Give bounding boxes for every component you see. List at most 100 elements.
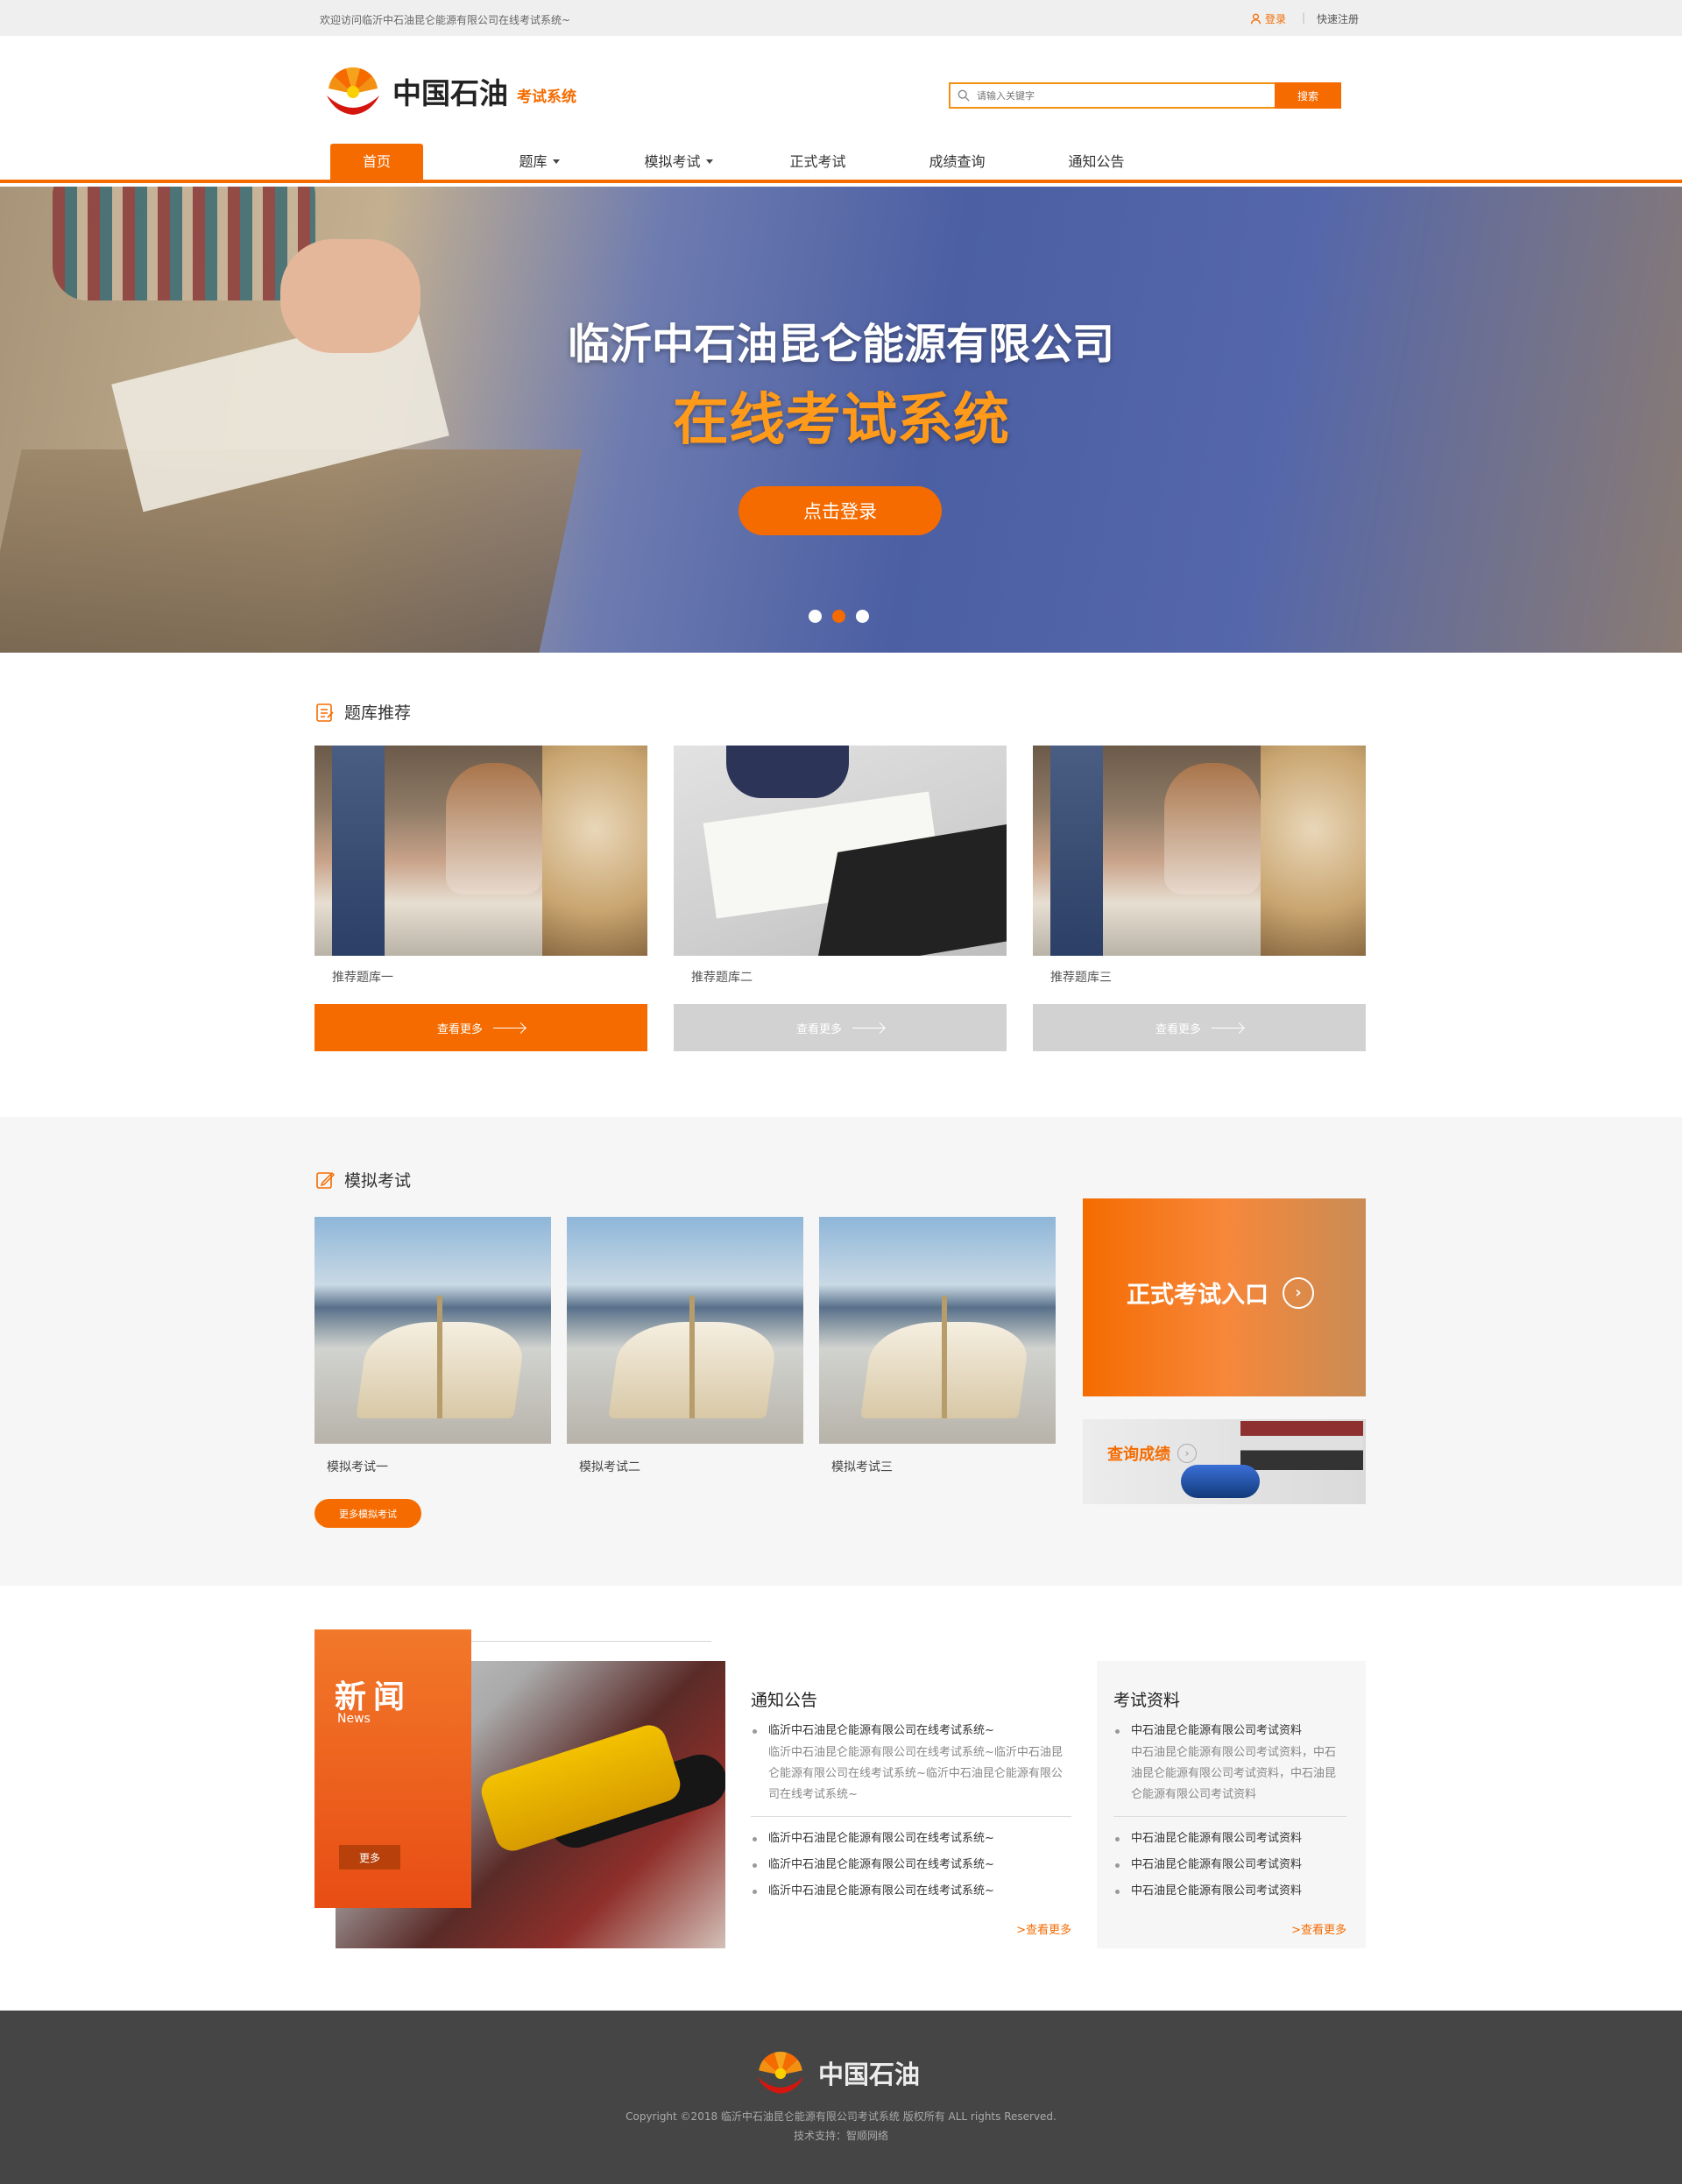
mock-exam-image <box>314 1217 551 1444</box>
news-more-button[interactable]: 更多 <box>339 1845 400 1869</box>
banner-sleeve-graphic <box>53 187 315 300</box>
caret-down-icon <box>705 159 713 164</box>
bank-more-button[interactable]: 查看更多 <box>1033 1004 1366 1051</box>
bank-caption: 推荐题库一 <box>332 971 393 985</box>
notice-item[interactable]: 临沂中石油昆仑能源有限公司在线考试系统~ <box>751 1882 1071 1901</box>
carousel-dot[interactable] <box>809 610 822 623</box>
mock-exam-image <box>567 1217 803 1444</box>
notice-item[interactable]: 临沂中石油昆仑能源有限公司在线考试系统~ <box>751 1855 1071 1875</box>
notice-more-link[interactable]: >查看更多 <box>751 1920 1071 1937</box>
top-bar: 欢迎访问临沂中石油昆仑能源有限公司在线考试系统~ 登录 | 快速注册 <box>0 0 1682 36</box>
search-icon <box>958 89 970 102</box>
formal-exam-entry-label: 正式考试入口 <box>1127 1282 1269 1309</box>
bank-image <box>674 746 1007 956</box>
login-link[interactable]: 登录 <box>1250 11 1286 26</box>
bank-more-label: 查看更多 <box>436 1022 483 1036</box>
nav-item-mock-exam[interactable]: 模拟考试 <box>609 144 748 180</box>
tech-support-text: 技术支持：智顺网络 <box>793 2130 888 2142</box>
petrochina-logo-icon <box>327 67 379 115</box>
search-button[interactable]: 搜索 <box>1275 82 1341 109</box>
brand-name: 中国石油 <box>392 76 508 110</box>
nav-item-home[interactable]: 首页 <box>330 144 423 180</box>
material-item[interactable]: 中石油昆仑能源有限公司考试资料 <box>1113 1829 1346 1848</box>
carousel-dots <box>809 610 869 623</box>
mock-exam-image <box>819 1217 1056 1444</box>
bank-image <box>1033 746 1366 956</box>
carousel-dot-active[interactable] <box>832 610 845 623</box>
notice-item[interactable]: 临沂中石油昆仑能源有限公司在线考试系统~ <box>751 1829 1071 1848</box>
notepad-icon <box>316 703 334 722</box>
bank-more-button[interactable]: 查看更多 <box>674 1004 1007 1051</box>
copyright-text: Copyright ©2018 临沂中石油昆仑能源有限公司考试系统 版权所有 A… <box>625 2110 1057 2123</box>
more-mock-exams-button[interactable]: 更多模拟考试 <box>314 1499 421 1528</box>
books-graphic <box>1240 1421 1363 1470</box>
news-title: 新闻 <box>335 1679 413 1715</box>
search-bar: 搜索 <box>949 82 1341 109</box>
caret-down-icon <box>552 159 560 164</box>
nav-item-score-query[interactable]: 成绩查询 <box>887 144 1027 180</box>
mock-exam-card[interactable]: 模拟考试二 <box>567 1217 803 1475</box>
news-subtitle: News <box>337 1712 371 1726</box>
divider <box>1113 1816 1346 1817</box>
mouse-graphic <box>1181 1465 1260 1498</box>
chevron-right-circle-icon: › <box>1177 1444 1197 1463</box>
nav-item-question-bank[interactable]: 题库 <box>470 144 609 180</box>
banner-desk-graphic <box>0 449 583 653</box>
bank-card[interactable]: 推荐题库三 查看更多 <box>1033 746 1366 1051</box>
register-link[interactable]: 快速注册 <box>1317 11 1359 26</box>
news-panel: 新闻 News 更多 <box>314 1629 471 1908</box>
bank-card[interactable]: 推荐题库二 查看更多 <box>674 746 1007 1051</box>
search-input[interactable] <box>977 89 1240 102</box>
material-description: 中石油昆仑能源有限公司考试资料，中石油昆仑能源有限公司考试资料，中石油昆仑能源有… <box>1131 1746 1337 1801</box>
hero-banner: 临沂中石油昆仑能源有限公司 在线考试系统 点击登录 <box>0 187 1682 653</box>
bank-card[interactable]: 推荐题库一 查看更多 <box>314 746 647 1051</box>
footer-logo: 中国石油 <box>753 2046 920 2100</box>
divider <box>751 1816 1071 1817</box>
hero-system-title: 在线考试系统 <box>673 388 1009 453</box>
mock-exam-caption: 模拟考试二 <box>579 1460 640 1474</box>
score-query-entry[interactable]: 查询成绩 › <box>1083 1419 1366 1504</box>
bank-more-button[interactable]: 查看更多 <box>314 1004 647 1051</box>
user-icon <box>1250 13 1262 25</box>
header: 中国石油 考试系统 搜索 首页 题库 模拟考试 正式考试 成绩查询 通知公告 <box>0 36 1682 183</box>
search-box <box>949 82 1275 109</box>
mock-exam-caption: 模拟考试三 <box>831 1460 893 1474</box>
carousel-dot[interactable] <box>856 610 869 623</box>
nav-item-notice[interactable]: 通知公告 <box>1027 144 1166 180</box>
material-column: 考试资料 中石油昆仑能源有限公司考试资料 中石油昆仑能源有限公司考试资料，中石油… <box>1097 1661 1366 1948</box>
welcome-text: 欢迎访问临沂中石油昆仑能源有限公司在线考试系统~ <box>320 14 571 26</box>
material-more-link[interactable]: >查看更多 <box>1113 1920 1346 1937</box>
notice-item-featured[interactable]: 临沂中石油昆仑能源有限公司在线考试系统~ <box>751 1721 1071 1741</box>
footer: 中国石油 Copyright ©2018 临沂中石油昆仑能源有限公司考试系统 版… <box>0 2011 1682 2184</box>
section-title-label: 模拟考试 <box>344 1171 412 1191</box>
mock-exam-caption: 模拟考试一 <box>327 1460 388 1474</box>
nav-label: 模拟考试 <box>644 153 701 170</box>
nav-label: 成绩查询 <box>929 153 986 170</box>
hero-login-button[interactable]: 点击登录 <box>739 486 942 535</box>
notice-title: 通知公告 <box>751 1691 818 1710</box>
bank-image <box>314 746 647 956</box>
nav-label: 题库 <box>519 153 548 170</box>
brand-subtitle: 考试系统 <box>517 88 576 106</box>
mock-exam-card[interactable]: 模拟考试三 <box>819 1217 1056 1475</box>
material-title: 考试资料 <box>1113 1691 1181 1710</box>
score-query-label: 查询成绩 <box>1107 1445 1170 1464</box>
footer-brand-name: 中国石油 <box>818 2060 921 2089</box>
bank-caption: 推荐题库三 <box>1050 971 1112 985</box>
site-logo[interactable]: 中国石油 考试系统 <box>322 60 576 122</box>
formal-exam-entry[interactable]: 正式考试入口 › <box>1083 1198 1366 1396</box>
section-title-label: 题库推荐 <box>344 703 412 723</box>
nav-label: 正式考试 <box>789 153 846 170</box>
mock-exam-card[interactable]: 模拟考试一 <box>314 1217 551 1475</box>
section-title-mock: 模拟考试 <box>314 1168 411 1191</box>
nav-item-formal-exam[interactable]: 正式考试 <box>748 144 887 180</box>
petrochina-logo-icon <box>757 2052 804 2094</box>
material-item-featured[interactable]: 中石油昆仑能源有限公司考试资料 <box>1113 1721 1346 1741</box>
bank-more-label: 查看更多 <box>1155 1022 1201 1036</box>
divider: | <box>1302 11 1306 24</box>
hero-company-title: 临沂中石油昆仑能源有限公司 <box>567 320 1114 369</box>
nav-label: 通知公告 <box>1068 153 1125 170</box>
material-item[interactable]: 中石油昆仑能源有限公司考试资料 <box>1113 1882 1346 1901</box>
nav-label: 首页 <box>362 153 391 170</box>
material-item[interactable]: 中石油昆仑能源有限公司考试资料 <box>1113 1855 1346 1875</box>
